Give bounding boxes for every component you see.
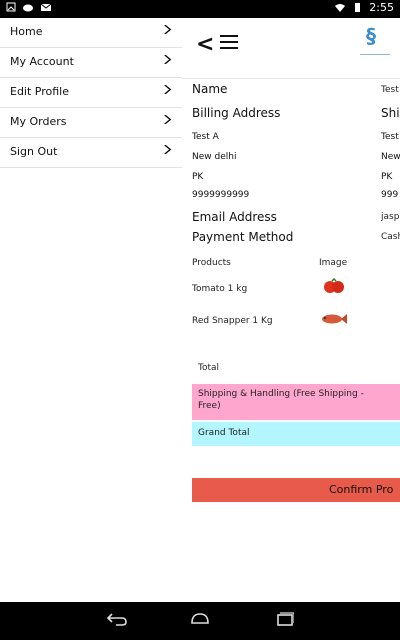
back-icon[interactable] — [106, 612, 128, 626]
product-name: Red Snapper 1 Kg — [192, 316, 273, 326]
recent-apps-icon[interactable] — [276, 612, 294, 626]
app-header: < § — [182, 18, 400, 79]
logo-tagline — [360, 54, 390, 59]
battery-icon — [355, 3, 361, 12]
shipping-handling-row: Shipping & Handling (Free Shipping - Fre… — [192, 384, 400, 420]
shipping-country: PK — [381, 172, 393, 182]
chevron-right-icon — [164, 145, 172, 154]
cloud-upload-icon — [23, 4, 33, 12]
chevron-right-icon — [164, 25, 172, 34]
shipping-city: New — [381, 152, 400, 162]
drawer-item-label: My Account — [10, 55, 74, 68]
status-bar: 2:55 — [0, 0, 400, 18]
chevron-right-icon — [164, 115, 172, 124]
billing-city: New delhi — [192, 152, 237, 162]
drawer-item-sign-out[interactable]: Sign Out — [0, 138, 182, 168]
chevron-right-icon — [164, 85, 172, 94]
wifi-icon — [335, 3, 346, 12]
status-left-icons — [6, 2, 52, 12]
status-right: 2:55 — [334, 1, 394, 14]
billing-name: Test A — [192, 132, 219, 142]
confirm-button-label: Confirm Pro — [329, 483, 394, 496]
shipping-name: Test — [381, 132, 399, 142]
shipping-handling-label: Shipping & Handling (Free Shipping - Fre… — [198, 389, 364, 411]
billing-country: PK — [192, 172, 204, 182]
billing-phone: 9999999999 — [192, 190, 250, 200]
shipping-phone: 999 — [381, 190, 399, 200]
grand-total-label: Grand Total — [198, 428, 250, 438]
billing-address-label: Billing Address — [192, 106, 281, 120]
product-name: Tomato 1 kg — [192, 284, 248, 294]
checkout-screen: < § Name Test Billing Address Ship Test … — [182, 18, 400, 602]
logo-mark: § — [366, 24, 376, 48]
back-arrow-icon[interactable]: < — [196, 32, 214, 57]
gmail-icon — [40, 3, 52, 11]
home-icon[interactable] — [189, 612, 211, 626]
drawer-item-label: Edit Profile — [10, 85, 70, 98]
email-address-label: Email Address — [192, 210, 277, 224]
drawer-item-label: My Orders — [10, 115, 67, 128]
name-label: Name — [192, 82, 228, 96]
drawer-item-my-account[interactable]: My Account — [0, 48, 182, 78]
fish-icon — [322, 314, 347, 324]
total-row: Total — [192, 354, 400, 382]
email-value: jasp — [381, 212, 400, 222]
drawer-item-home[interactable]: Home — [0, 18, 182, 48]
drawer-item-my-orders[interactable]: My Orders — [0, 108, 182, 138]
chevron-right-icon — [164, 55, 172, 64]
system-navigation-bar — [0, 602, 400, 640]
total-label: Total — [198, 363, 220, 373]
payment-method-label: Payment Method — [192, 230, 294, 244]
name-value: Test — [381, 85, 399, 95]
status-time: 2:55 — [369, 1, 394, 14]
tomato-icon — [324, 278, 344, 293]
payment-method-value: Cash — [381, 232, 400, 242]
app-logo: § — [360, 24, 390, 64]
drawer-item-label: Home — [10, 25, 43, 38]
drawer-item-edit-profile[interactable]: Edit Profile — [0, 78, 182, 108]
shipping-address-label: Ship — [381, 106, 400, 120]
products-column-header: Products — [192, 258, 231, 268]
grand-total-row: Grand Total — [192, 422, 400, 446]
image-column-header: Image — [319, 258, 348, 268]
image-notification-icon — [6, 2, 16, 12]
hamburger-menu-icon[interactable] — [220, 35, 238, 49]
navigation-drawer: Home My Account Edit Profile My Orders S… — [0, 18, 183, 602]
drawer-item-label: Sign Out — [10, 145, 58, 158]
confirm-order-button[interactable]: Confirm Pro — [192, 478, 400, 502]
